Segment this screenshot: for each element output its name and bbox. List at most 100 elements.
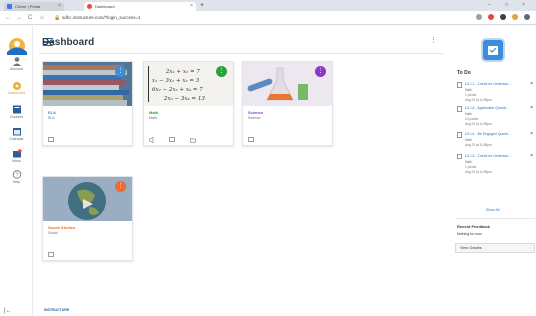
main-content: Dashboard ⋮ ⋮ ELA ELA 2x₁ + x₂ = 7 x₁ − … [33, 26, 447, 316]
help-icon: ? [12, 170, 21, 179]
todo-due: Aug 23 at 11:59pm [465, 143, 492, 147]
course-card-title[interactable]: Social Studies [48, 225, 75, 230]
card-options-icon[interactable]: ⋮ [216, 66, 227, 77]
discussions-icon[interactable] [48, 130, 54, 142]
course-card-subtitle: Social [48, 231, 58, 235]
dismiss-icon[interactable]: × [530, 153, 533, 159]
nav-label: Inbox [12, 159, 21, 163]
close-tab-icon[interactable]: × [58, 2, 61, 11]
close-window-button[interactable]: × [522, 0, 525, 10]
page-title: Dashboard [42, 37, 95, 48]
nav-item-courses[interactable]: Courses [0, 105, 33, 119]
browser-tab-clever[interactable]: Clever | Portal × [4, 2, 64, 11]
extension-icon[interactable] [488, 14, 494, 20]
right-sidebar: To Do U1 L1 - Check for Understa... Math… [447, 26, 536, 316]
profile-icon[interactable] [524, 14, 530, 20]
todo-due: Aug 23 at 11:59pm [465, 122, 492, 126]
course-card-actions [248, 130, 264, 148]
nav-item-calendar[interactable]: Calendar [0, 127, 33, 141]
dismiss-icon[interactable]: × [530, 81, 533, 87]
nav-item-account[interactable]: Account [0, 57, 33, 71]
recent-feedback-heading: Recent Feedback [457, 224, 490, 229]
dashboard-icon [12, 82, 21, 90]
sidebar-divider [455, 218, 535, 219]
todo-course: Math [465, 160, 473, 164]
back-button[interactable]: ← [5, 13, 11, 23]
course-card-actions [149, 130, 206, 148]
course-card-title[interactable]: ELA [48, 110, 56, 115]
home-button[interactable]: ⌂ [40, 13, 44, 23]
todo-title-link[interactable]: U1 L4 - Be Engaged Questi... [465, 132, 511, 136]
course-card-ela[interactable]: ⋮ ELA ELA [42, 61, 133, 146]
course-card-actions [48, 245, 64, 263]
nav-label: Courses [9, 115, 24, 119]
card-options-icon[interactable]: ⋮ [115, 66, 126, 77]
assignment-icon [457, 132, 462, 138]
reload-button[interactable]: C [28, 13, 32, 23]
discussions-icon[interactable] [169, 130, 176, 142]
address-bar-row: ← → C ⌂ 🔒 sdhc.instructure.com/?login_su… [0, 11, 536, 25]
course-card-title[interactable]: Science [248, 110, 263, 115]
nav-label: Help [12, 180, 21, 184]
assignment-icon [457, 82, 462, 88]
minimize-button[interactable]: – [488, 0, 491, 10]
canvas-logo[interactable] [5, 36, 29, 56]
course-card-title[interactable]: Math [149, 110, 158, 115]
todo-title-link[interactable]: U1 L4 - Check for Understa... [465, 154, 511, 158]
show-all-link[interactable]: Show All [486, 208, 499, 212]
files-icon[interactable] [190, 130, 196, 143]
search-icon[interactable] [476, 14, 482, 20]
svg-text:?: ? [15, 172, 18, 178]
equation-line: x₁ − 3x₂ + x₃ = 3 [152, 78, 200, 84]
maximize-button[interactable]: □ [505, 0, 508, 10]
discussions-icon[interactable] [48, 245, 54, 257]
nav-item-dashboard[interactable]: Dashboard [0, 81, 33, 95]
todo-course: Math [465, 88, 473, 92]
tab-label: Dashboard [95, 4, 115, 9]
browser-tab-dashboard[interactable]: Dashboard × [84, 2, 196, 11]
clever-favicon-icon [7, 4, 12, 9]
nav-label: Account [10, 67, 23, 71]
new-tab-button[interactable]: + [200, 1, 204, 10]
calendar-widget-icon[interactable] [483, 40, 503, 60]
equation-line: 6x₂ − 2x₃ + x₄ = 7 [152, 87, 203, 93]
card-options-icon[interactable]: ⋮ [315, 66, 326, 77]
collapse-nav-button[interactable]: |← [4, 308, 12, 314]
dismiss-icon[interactable]: × [530, 105, 533, 111]
recent-feedback-text: Nothing for now [457, 232, 482, 236]
nav-item-inbox[interactable]: Inbox [0, 149, 33, 163]
course-card-science[interactable]: ⋮ Science Science [242, 61, 333, 146]
course-card-social-studies[interactable]: ⋮ Social Studies Social [42, 176, 133, 261]
lock-icon: 🔒 [54, 15, 61, 21]
todo-points: 1 points [465, 165, 477, 169]
todo-title-link[interactable]: U1 L1 - Check for Understa... [465, 82, 511, 86]
todo-title-link[interactable]: U1 L4 - Application Questi... [465, 106, 508, 110]
course-card-subtitle: Science [248, 116, 261, 120]
todo-points: 1 points [465, 93, 477, 97]
equation-line: 2x₃ − 3x₄ = 13 [163, 96, 205, 102]
extension-icon[interactable] [512, 14, 518, 20]
announcements-icon[interactable] [149, 130, 155, 143]
instructure-logo[interactable]: INSTRUCTURE [44, 308, 69, 312]
view-grades-button[interactable]: View Grades [455, 243, 535, 253]
todo-heading: To Do [457, 70, 471, 76]
course-card-subtitle: Math [149, 116, 157, 120]
nav-label: Calendar [9, 137, 24, 141]
todo-due: Aug 23 at 11:59pm [465, 98, 492, 102]
url-field[interactable]: sdhc.instructure.com/?login_success=1 [62, 14, 442, 22]
dismiss-icon[interactable]: × [530, 131, 533, 137]
close-tab-icon[interactable]: × [190, 2, 193, 11]
discussions-icon[interactable] [248, 130, 254, 142]
card-options-icon[interactable]: ⋮ [115, 181, 126, 192]
extension-icon[interactable] [500, 14, 506, 20]
courses-icon [12, 105, 21, 114]
assignment-icon [457, 106, 462, 112]
course-card-actions [48, 130, 64, 148]
dashboard-options-button[interactable]: ⋮ [430, 36, 437, 46]
inbox-icon [12, 149, 22, 158]
todo-course: Math [465, 112, 473, 116]
nav-item-help[interactable]: ? Help [0, 170, 33, 184]
account-icon [12, 57, 21, 66]
forward-button[interactable]: → [16, 13, 22, 23]
course-card-math[interactable]: 2x₁ + x₂ = 7 x₁ − 3x₂ + x₃ = 3 6x₂ − 2x₃… [143, 61, 234, 146]
